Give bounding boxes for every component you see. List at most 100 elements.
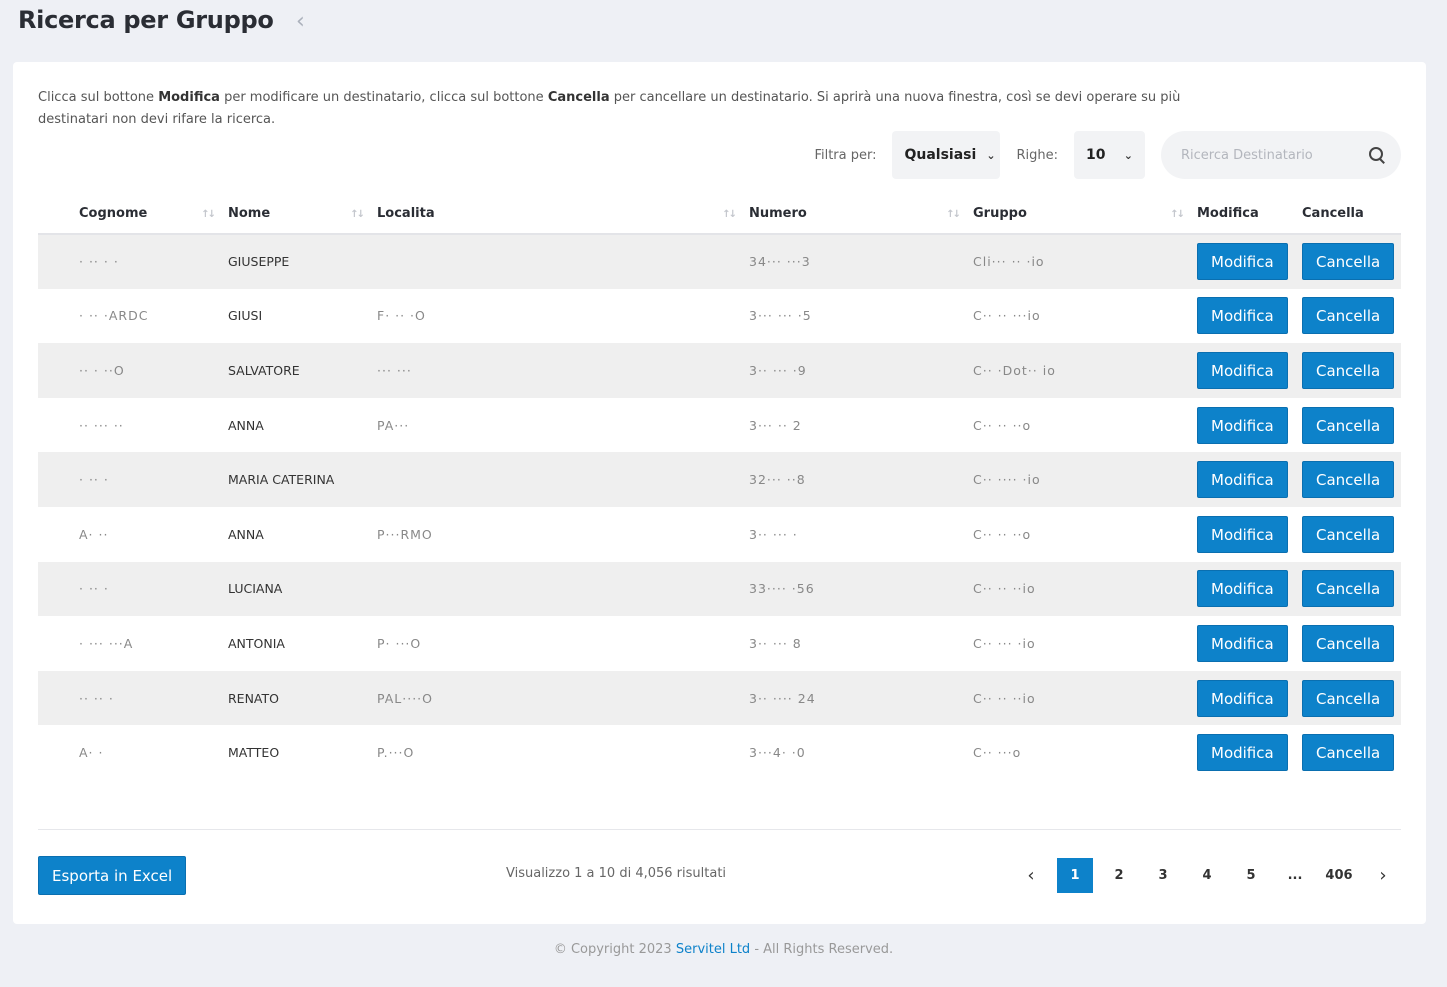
page-button[interactable]: 5 <box>1233 858 1269 893</box>
header-localita[interactable]: Localita ↑↓ <box>377 194 749 235</box>
chevron-left-icon[interactable]: ‹ <box>296 10 316 34</box>
header-nome[interactable]: Nome ↑↓ <box>228 194 377 235</box>
header-gruppo[interactable]: Gruppo ↑↓ <box>973 194 1197 235</box>
cell-nome: ANNA <box>228 417 264 433</box>
sort-icon[interactable]: ↑↓ <box>722 209 737 220</box>
cell-numero: 3·· ··· 8 <box>749 635 802 651</box>
cancella-button[interactable]: Cancella <box>1302 734 1395 772</box>
cancella-button[interactable]: Cancella <box>1302 351 1395 389</box>
prev-page-button[interactable]: ‹ <box>1013 858 1049 893</box>
page-button[interactable]: 4 <box>1189 858 1225 893</box>
cancella-button[interactable]: Cancella <box>1302 461 1395 499</box>
instructions-text: Clicca sul bottone Modifica per modifica… <box>38 87 1188 131</box>
search-box <box>1161 131 1401 179</box>
table-row: · ·· · · GIUSEPPE 34··· ···3 Cli··· ·· ·io M… <box>38 234 1401 289</box>
table-row: · ·· · MARIA CATERINA 32··· ··8 C·· ···· ·i… <box>38 452 1401 507</box>
page-button[interactable]: 2 <box>1101 858 1137 893</box>
header-numero-label: Numero <box>749 206 807 221</box>
sort-icon[interactable]: ↑↓ <box>350 209 365 220</box>
header-numero[interactable]: Numero ↑↓ <box>749 194 973 235</box>
cell-modifica: Modifica <box>1197 725 1302 780</box>
cell-cognome: A· ·· <box>79 526 109 542</box>
cell-modifica: Modifica <box>1197 234 1302 289</box>
cell-cancella: Cancella <box>1302 398 1401 453</box>
cell-localita: ··· ··· <box>377 343 749 398</box>
cell-nome: ANTONIA <box>228 635 285 651</box>
modifica-button[interactable]: Modifica <box>1197 351 1288 389</box>
cell-numero: 33···· ·56 <box>749 561 973 617</box>
rows-select[interactable]: 10 ⌄ <box>1074 131 1145 179</box>
search-input[interactable] <box>1181 147 1369 163</box>
cell-localita <box>377 452 749 507</box>
copyright-prefix: © Copyright 2023 <box>553 942 676 957</box>
table-row: · ·· · LUCIANA 33···· ·56 C·· ·· ··io Modifi… <box>38 561 1401 617</box>
cell-nome: GIUSI <box>228 308 263 324</box>
header-nome-label: Nome <box>228 206 271 221</box>
row-spacer <box>38 289 79 344</box>
modifica-button[interactable]: Modifica <box>1197 243 1288 281</box>
sort-icon[interactable]: ↑↓ <box>1170 209 1185 220</box>
cancella-button[interactable]: Cancella <box>1302 679 1395 717</box>
cancella-button[interactable]: Cancella <box>1302 624 1395 662</box>
cell-cancella: Cancella <box>1302 507 1401 562</box>
cell-numero: 3·· ···· 24 <box>749 670 973 726</box>
cell-localita <box>377 234 749 289</box>
page-button[interactable]: 406 <box>1321 858 1357 893</box>
cell-nome: SALVATORE <box>228 343 377 398</box>
sort-icon[interactable]: ↑↓ <box>201 209 216 220</box>
modifica-button[interactable]: Modifica <box>1197 734 1288 772</box>
sort-icon[interactable]: ↑↓ <box>946 209 961 220</box>
main-card: Clicca sul bottone Modifica per modifica… <box>13 62 1426 924</box>
cell-modifica: Modifica <box>1197 616 1302 671</box>
instructions-modifica: Modifica <box>158 90 220 105</box>
cancella-button[interactable]: Cancella <box>1302 406 1395 444</box>
cell-gruppo: Cli··· ·· ·io <box>973 234 1197 289</box>
cell-modifica: Modifica <box>1197 561 1302 617</box>
cell-numero: 3···4· ·0 <box>749 745 806 761</box>
cell-gruppo: C·· ·· ···io <box>973 308 1041 324</box>
cell-numero: 32··· ··8 <box>749 452 973 507</box>
header-modifica: Modifica <box>1197 194 1302 235</box>
chevron-down-icon: ⌄ <box>1123 148 1133 162</box>
filter-select[interactable]: Qualsiasi ⌄ <box>892 131 1001 179</box>
instructions-cancella: Cancella <box>547 90 610 105</box>
cancella-button[interactable]: Cancella <box>1302 570 1395 608</box>
cell-localita: P···RMO <box>377 526 433 542</box>
cell-nome: GIUSEPPE <box>228 234 377 289</box>
cell-localita: F· ·· ·O <box>377 308 426 324</box>
cell-gruppo: C·· ·· ··o <box>973 526 1032 542</box>
cell-cognome: ·· ·· · <box>79 670 228 726</box>
modifica-button[interactable]: Modifica <box>1197 406 1288 444</box>
cancella-button[interactable]: Cancella <box>1302 243 1395 281</box>
page-button[interactable]: 1 <box>1057 858 1093 893</box>
cell-modifica: Modifica <box>1197 452 1302 507</box>
company-link[interactable]: Servitel Ltd <box>676 942 750 957</box>
cell-nome: MATTEO <box>228 745 280 761</box>
cancella-button[interactable]: Cancella <box>1302 515 1395 553</box>
modifica-button[interactable]: Modifica <box>1197 297 1288 335</box>
cancella-button[interactable]: Cancella <box>1302 297 1395 335</box>
cell-modifica: Modifica <box>1197 507 1302 562</box>
modifica-button[interactable]: Modifica <box>1197 461 1288 499</box>
cell-nome: ANNA <box>228 526 264 542</box>
page-button[interactable]: 3 <box>1145 858 1181 893</box>
table-row: · ··· ···A ANTONIA P· ···O 3·· ··· 8 C·· ···… <box>38 616 1401 671</box>
cell-modifica: Modifica <box>1197 398 1302 453</box>
header-localita-label: Localita <box>377 206 435 221</box>
row-spacer <box>38 507 79 562</box>
header-cognome[interactable]: Cognome ↑↓ <box>79 194 228 235</box>
table-row: A· · MATTEO P.···O 3···4· ·0 C·· ···o Modific… <box>38 725 1401 780</box>
next-page-button[interactable]: › <box>1365 858 1401 893</box>
cell-gruppo: C·· ·Dot·· io <box>973 343 1197 398</box>
recipients-table: Cognome ↑↓ Nome ↑↓ Localita ↑↓ Numero ↑↓ Gru… <box>38 194 1401 780</box>
cell-cancella: Cancella <box>1302 234 1401 289</box>
modifica-button[interactable]: Modifica <box>1197 624 1288 662</box>
row-spacer <box>38 561 79 617</box>
cell-cancella: Cancella <box>1302 289 1401 344</box>
search-icon[interactable] <box>1369 147 1385 163</box>
modifica-button[interactable]: Modifica <box>1197 570 1288 608</box>
copyright-suffix: - All Rights Reserved. <box>750 942 894 957</box>
export-excel-button[interactable]: Esporta in Excel <box>38 856 187 895</box>
modifica-button[interactable]: Modifica <box>1197 515 1288 553</box>
modifica-button[interactable]: Modifica <box>1197 679 1288 717</box>
